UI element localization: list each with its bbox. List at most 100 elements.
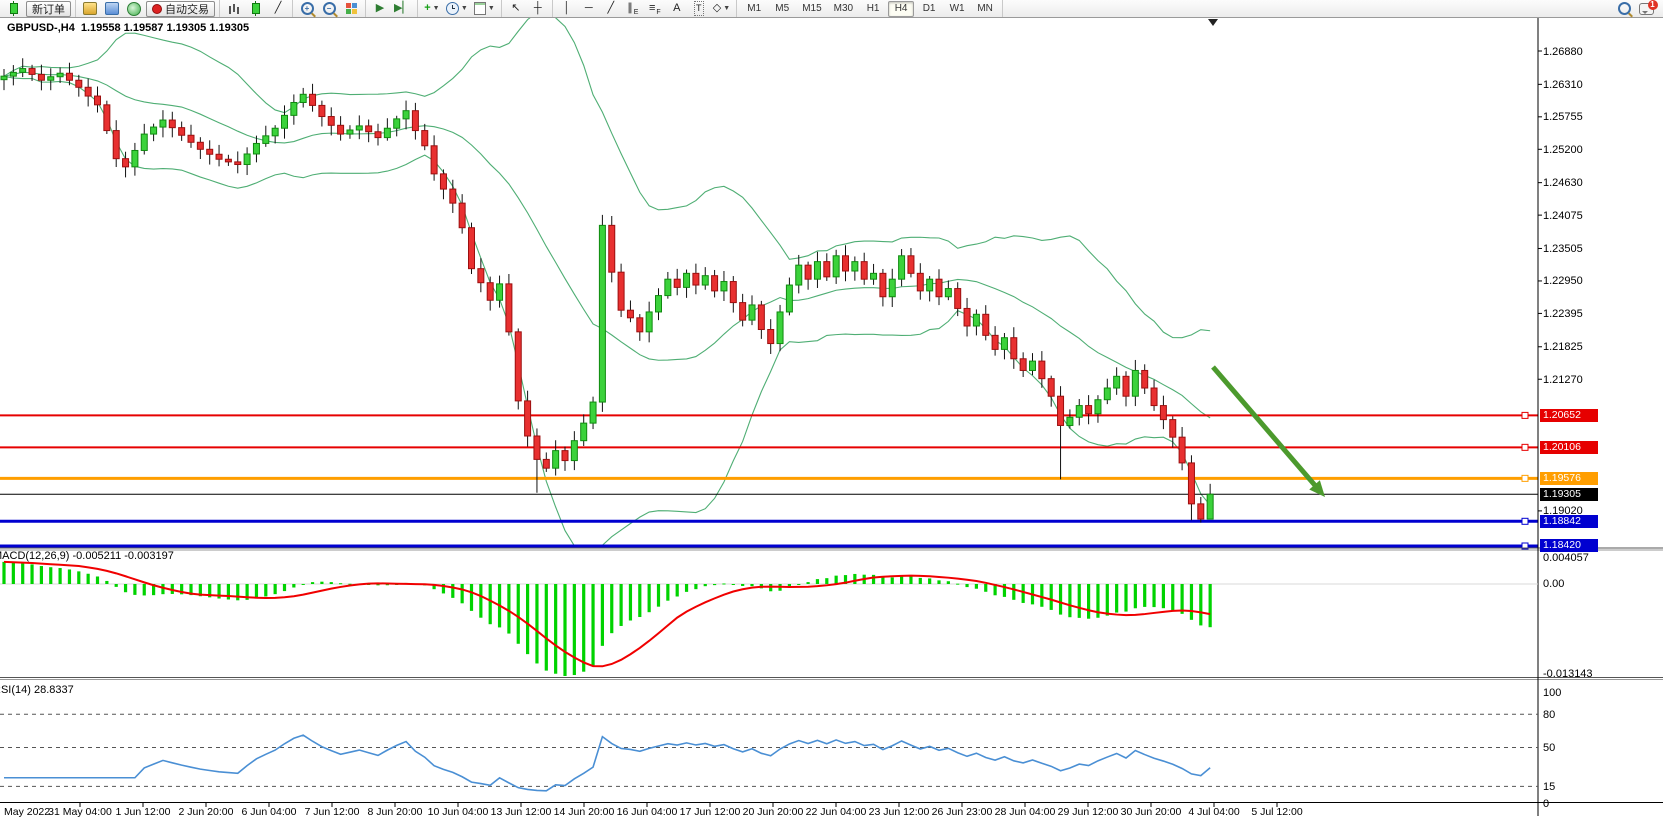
dropdown-arrow-icon: ▼ [461,5,468,12]
timeframe-mn[interactable]: MN [972,1,998,17]
timeframe-w1[interactable]: W1 [944,1,970,17]
rsi-indicator-label: RSI(14) 28.8337 [0,684,74,696]
time-axis-label-1: 31 May 04:00 [48,806,112,818]
time-axis-label-9: 14 Jun 20:00 [554,806,615,818]
price-axis-tick-1.25200: 1.25200 [1543,144,1583,156]
time-axis-label-7: 10 Jun 04:00 [428,806,489,818]
timeframe-group: M1M5M15M30H1H4D1W1MN [737,0,1003,17]
timeframe-m15[interactable]: M15 [797,1,826,17]
toolbar-group-4: ▶▶▏ [366,0,418,17]
price-level-badge-1.20106[interactable]: 1.20106 [1540,441,1598,454]
timeframe-m1[interactable]: M1 [741,1,767,17]
macd-axis-min: -0.013143 [1543,668,1593,680]
zoom-out-icon[interactable]: − [319,1,339,16]
timeframe-m5[interactable]: M5 [769,1,795,17]
dropdown-arrow-icon: ▼ [433,5,440,12]
autotrading-button[interactable]: 自动交易 [146,1,215,17]
time-axis-label-10: 16 Jun 04:00 [617,806,678,818]
price-axis-tick-1.21270: 1.21270 [1543,374,1583,386]
mt4-window: { "toolbar": { "groups": [ [ {"kind":"ic… [0,0,1663,825]
auto-scroll-icon[interactable]: ▶ [370,1,390,16]
rsi-axis-0: 0 [1543,798,1549,810]
price-axis-tick-1.24075: 1.24075 [1543,210,1583,222]
price-axis-tick-1.22950: 1.22950 [1543,275,1583,287]
time-axis-label-2: 1 Jun 12:00 [116,806,171,818]
price-axis-tick-1.21825: 1.21825 [1543,341,1583,353]
time-axis-label-11: 17 Jun 12:00 [680,806,741,818]
notification-count-badge: 1 [1648,0,1658,10]
rsi-axis-100: 100 [1543,687,1561,699]
rsi-axis-80: 80 [1543,709,1555,721]
time-axis-label-5: 7 Jun 12:00 [305,806,360,818]
cursor-icon[interactable]: ↖ [506,1,526,16]
templates-icon[interactable]: ▼ [472,1,497,16]
time-axis-label-6: 8 Jun 20:00 [368,806,423,818]
time-axis-label-18: 30 Jun 20:00 [1121,806,1182,818]
timeframe-m30[interactable]: M30 [829,1,858,17]
horizontal-line-icon[interactable]: ─ [579,1,599,16]
time-axis-label-13: 22 Jun 04:00 [806,806,867,818]
market-watch-icon [83,2,97,15]
text-label-icon[interactable]: T [689,1,709,16]
line-chart-icon[interactable]: ╱ [268,1,288,16]
symbol-mini-icon[interactable] [4,1,24,16]
time-axis-label-14: 23 Jun 12:00 [869,806,930,818]
new-order-button[interactable]: 新订单 [26,1,71,17]
crosshair-icon[interactable]: ┼ [528,1,548,16]
trendline-icon[interactable]: ╱ [601,1,621,16]
price-level-badge-1.18842[interactable]: 1.18842 [1540,515,1598,528]
toolbar-group-0: 新订单 [0,0,76,17]
toolbar-group-3: +− [293,0,366,17]
candlestick-chart-icon[interactable] [246,1,266,16]
equidistant-channel-icon[interactable]: ∥E [623,1,643,16]
price-axis-tick-1.25755: 1.25755 [1543,111,1583,123]
price-axis-tick-1.26310: 1.26310 [1543,79,1583,91]
toolbar-group-1: 自动交易 [76,0,220,17]
text-icon[interactable]: A [667,1,687,16]
tile-windows-icon[interactable] [341,1,361,16]
current-price-badge: 1.19305 [1540,488,1598,501]
time-axis-label-3: 2 Jun 20:00 [179,806,234,818]
vertical-line-icon[interactable]: │ [557,1,577,16]
time-axis-label-8: 13 Jun 12:00 [491,806,552,818]
notifications-icon[interactable]: 1 [1636,1,1656,16]
dropdown-arrow-icon: ▼ [723,5,730,12]
trend-arrow-annotation[interactable] [1213,367,1318,489]
chart-canvas[interactable] [0,0,1663,825]
arrows-icon[interactable]: ◇▼ [711,1,732,16]
bar-chart-icon[interactable] [224,1,244,16]
toolbar-right-group: 1 [1610,0,1663,17]
timeframe-h1[interactable]: H1 [860,1,886,17]
price-level-badge-1.19576[interactable]: 1.19576 [1540,472,1598,485]
time-axis-label-12: 20 Jun 20:00 [743,806,804,818]
autotrading-button-label: 自动交易 [165,1,209,17]
periods-icon[interactable]: ▼ [444,1,470,16]
time-axis-label-20: 5 Jul 12:00 [1251,806,1302,818]
market-watch-icon[interactable] [80,1,100,16]
price-axis-tick-1.24630: 1.24630 [1543,177,1583,189]
timeframe-h4[interactable]: H4 [888,1,914,17]
timeframe-d1[interactable]: D1 [916,1,942,17]
rsi-axis-50: 50 [1543,742,1555,754]
price-level-badge-1.18420[interactable]: 1.18420 [1540,539,1598,552]
navigator-icon[interactable] [124,1,144,16]
time-axis-label-0: May 2022 [4,806,50,818]
time-axis-label-4: 6 Jun 04:00 [242,806,297,818]
macd-axis-max: 0.004057 [1543,552,1589,564]
time-axis-label-19: 4 Jul 04:00 [1188,806,1239,818]
symbol-period-label: GBPUSD-,H4 [7,22,75,34]
search-icon[interactable] [1614,1,1634,16]
indicators-icon[interactable]: +▼ [422,1,442,16]
dropdown-arrow-icon: ▼ [488,5,495,12]
new-order-button-label: 新订单 [32,1,65,17]
macd-values: -0.005211 -0.003197 [72,550,173,562]
rsi-axis-15: 15 [1543,781,1555,793]
zoom-in-icon[interactable]: + [297,1,317,16]
price-level-badge-1.20652[interactable]: 1.20652 [1540,409,1598,422]
macd-indicator-label: MACD(12,26,9) -0.005211 -0.003197 [0,550,174,562]
fibonacci-icon[interactable]: ≡F [645,1,665,16]
chart-title: GBPUSD-,H41.19558 1.19587 1.19305 1.1930… [7,22,249,34]
data-window-icon[interactable] [102,1,122,16]
chart-shift-icon[interactable]: ▶▏ [392,1,413,16]
data-window-icon [105,2,119,15]
